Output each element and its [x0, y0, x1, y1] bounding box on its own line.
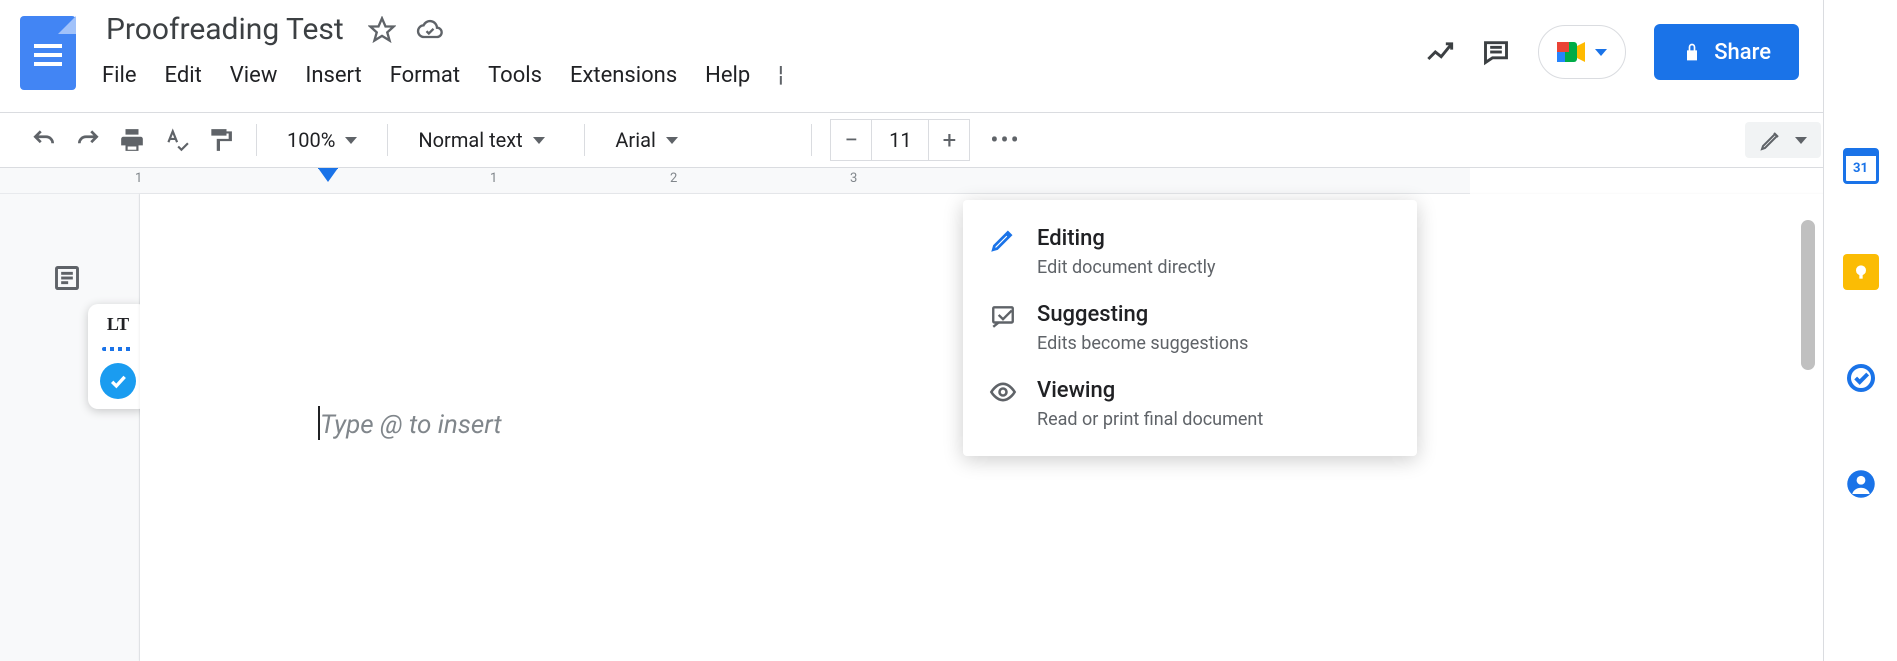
mode-editing-desc: Edit document directly	[1037, 257, 1216, 278]
font-family-select[interactable]: Arial	[603, 122, 793, 158]
spellcheck-button[interactable]	[158, 122, 194, 158]
menu-overflow-icon[interactable]: ¦	[778, 63, 783, 88]
menu-format[interactable]: Format	[390, 63, 460, 88]
menu-file[interactable]: File	[102, 63, 137, 88]
editing-mode-menu: Editing Edit document directly Suggestin…	[963, 200, 1417, 456]
ruler-mark: 1	[135, 171, 142, 186]
undo-button[interactable]	[26, 122, 62, 158]
outline-toggle-icon[interactable]	[50, 264, 86, 294]
wave-icon	[102, 347, 134, 351]
menu-tools[interactable]: Tools	[488, 63, 542, 88]
font-size-value[interactable]: 11	[871, 120, 929, 160]
caret-down-icon	[1595, 49, 1607, 56]
zoom-select[interactable]: 100%	[275, 122, 369, 158]
meet-button[interactable]	[1538, 25, 1626, 79]
activity-icon[interactable]	[1426, 38, 1454, 66]
print-button[interactable]	[114, 122, 150, 158]
font-value: Arial	[615, 128, 655, 152]
caret-down-icon	[533, 137, 545, 144]
docs-logo-icon[interactable]	[20, 16, 76, 90]
lt-logo-icon: LT	[107, 314, 129, 335]
app-header: Proofreading Test File Edit View Insert …	[0, 0, 1897, 112]
title-block: Proofreading Test File Edit View Insert …	[102, 10, 1426, 88]
font-size-control: − 11 +	[830, 119, 970, 161]
insert-placeholder: Type @ to insert	[320, 410, 502, 440]
editing-mode-button[interactable]	[1745, 122, 1821, 158]
eye-icon	[989, 378, 1017, 406]
mode-viewing-label: Viewing	[1037, 378, 1263, 403]
comment-history-icon[interactable]	[1482, 38, 1510, 66]
caret-down-icon	[1795, 137, 1807, 144]
left-gutter: LT	[0, 194, 140, 661]
menu-help[interactable]: Help	[705, 63, 750, 88]
zoom-value: 100%	[287, 128, 335, 152]
pencil-icon	[989, 226, 1017, 254]
header-actions: Share A	[1426, 24, 1877, 80]
document-title[interactable]: Proofreading Test	[102, 10, 348, 49]
menu-view[interactable]: View	[230, 63, 278, 88]
ruler-mark: 2	[670, 171, 677, 186]
horizontal-ruler[interactable]: 1 1 2 3	[0, 168, 1470, 194]
ruler-mark: 1	[490, 171, 497, 186]
font-size-increase[interactable]: +	[929, 120, 969, 160]
vertical-scrollbar[interactable]	[1801, 220, 1815, 370]
menu-bar: File Edit View Insert Format Tools Exten…	[102, 63, 1426, 88]
indent-marker-icon[interactable]	[318, 168, 338, 182]
languagetool-badge[interactable]: LT	[88, 304, 148, 409]
mode-suggesting-label: Suggesting	[1037, 302, 1248, 327]
suggest-icon	[989, 302, 1017, 330]
mode-option-suggesting[interactable]: Suggesting Edits become suggestions	[963, 290, 1417, 366]
calendar-icon[interactable]: 31	[1843, 148, 1879, 184]
ruler-mark: 3	[850, 171, 857, 186]
check-circle-icon	[100, 363, 136, 399]
menu-extensions[interactable]: Extensions	[570, 63, 677, 88]
mode-suggesting-desc: Edits become suggestions	[1037, 333, 1248, 354]
paragraph-style-select[interactable]: Normal text	[406, 122, 566, 158]
menu-insert[interactable]: Insert	[305, 63, 361, 88]
star-icon[interactable]	[368, 16, 396, 44]
toolbar-separator	[584, 124, 585, 156]
workspace: LT Type @ to insert	[0, 194, 1897, 661]
toolbar-separator	[811, 124, 812, 156]
mode-option-viewing[interactable]: Viewing Read or print final document	[963, 366, 1417, 442]
style-value: Normal text	[418, 128, 522, 152]
menu-edit[interactable]: Edit	[165, 63, 202, 88]
redo-button[interactable]	[70, 122, 106, 158]
paint-format-button[interactable]	[202, 122, 238, 158]
font-size-decrease[interactable]: −	[831, 120, 871, 160]
tasks-icon[interactable]	[1843, 360, 1879, 396]
cloud-saved-icon[interactable]	[416, 16, 444, 44]
toolbar: 100% Normal text Arial − 11 + •••	[0, 112, 1897, 168]
toolbar-more-button[interactable]: •••	[978, 126, 1032, 154]
mode-option-editing[interactable]: Editing Edit document directly	[963, 214, 1417, 290]
toolbar-separator	[387, 124, 388, 156]
keep-icon[interactable]	[1843, 254, 1879, 290]
caret-down-icon	[345, 137, 357, 144]
toolbar-separator	[256, 124, 257, 156]
contacts-icon[interactable]	[1843, 466, 1879, 502]
side-panel: 31	[1823, 0, 1897, 661]
share-button[interactable]: Share	[1654, 24, 1799, 80]
caret-down-icon	[666, 137, 678, 144]
mode-editing-label: Editing	[1037, 226, 1216, 251]
share-label: Share	[1714, 40, 1771, 65]
mode-viewing-desc: Read or print final document	[1037, 409, 1263, 430]
